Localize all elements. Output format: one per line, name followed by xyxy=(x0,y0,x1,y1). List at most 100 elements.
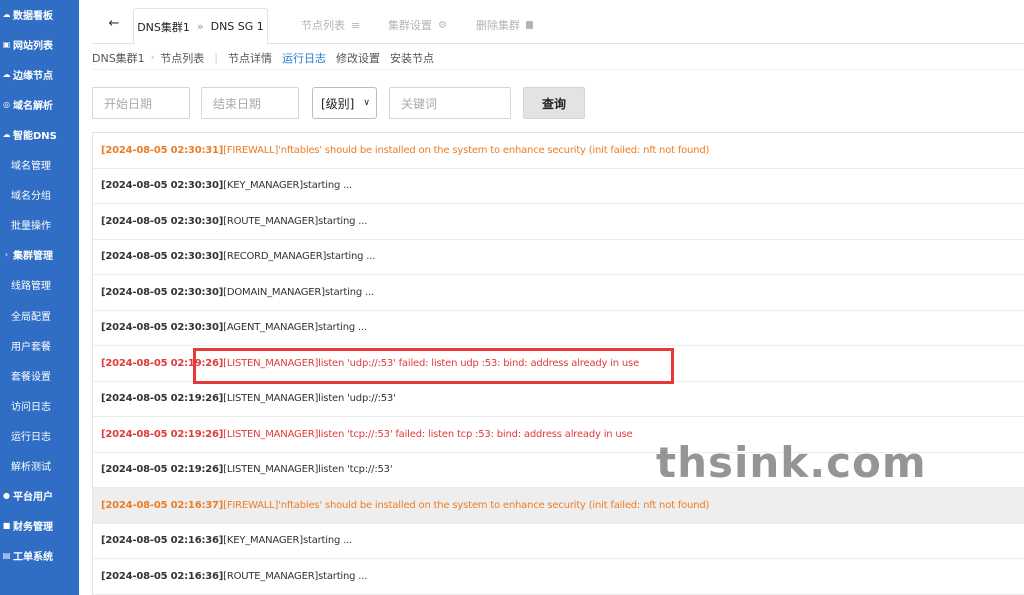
sidebar-item-label: 集群管理 xyxy=(13,251,53,263)
log-timestamp: [2024-08-05 02:19:26] xyxy=(101,393,224,405)
sidebar-item[interactable]: ▣ 网站列表 xyxy=(0,29,79,59)
sidebar-item[interactable]: ■ 财务管理 xyxy=(0,511,79,541)
log-message: [ROUTE_MANAGER]starting ... xyxy=(223,570,368,582)
sidebar-item[interactable]: 域名分组 xyxy=(0,180,79,210)
sidebar-item[interactable]: 全局配置 xyxy=(0,300,79,330)
subnav-run-logs[interactable]: 运行日志 xyxy=(282,50,326,66)
cloud-icon: ☁ xyxy=(2,9,11,19)
log-timestamp: [2024-08-05 02:30:30] xyxy=(101,286,224,298)
log-message: [FIREWALL]'nftables' should be installed… xyxy=(223,144,710,156)
log-timestamp: [2024-08-05 02:19:26] xyxy=(101,428,224,440)
tab-cluster-settings-label: 集群设置 xyxy=(388,19,432,32)
sidebar-item[interactable]: 套餐设置 xyxy=(0,360,79,390)
breadcrumb: DNS集群1 › 节点列表 | 节点详情 运行日志 修改设置 安装节点 xyxy=(92,46,1024,70)
breadcrumb-cluster[interactable]: DNS集群1 xyxy=(92,50,145,66)
log-message: [LISTEN_MANAGER]listen 'udp://:53' faile… xyxy=(223,357,640,369)
user-icon: ● xyxy=(3,491,10,501)
subnav-edit-settings[interactable]: 修改设置 xyxy=(336,50,380,66)
tab-cluster-settings[interactable]: 集群设置 ⚙ xyxy=(388,16,447,34)
log-row: [2024-08-05 02:30:30] [RECORD_MANAGER]sta… xyxy=(93,240,1024,275)
tab-node-label: DNS SG 1 xyxy=(210,20,264,33)
sidebar-item-label: 财务管理 xyxy=(13,522,53,534)
trash-icon xyxy=(526,21,533,29)
log-timestamp: [2024-08-05 02:16:36] xyxy=(101,535,224,547)
sidebar-item-label: 域名管理 xyxy=(11,161,51,172)
log-list: [2024-08-05 02:30:31] [FIREWALL]'nftables… xyxy=(92,132,1024,595)
sidebar-item[interactable]: › 集群管理 xyxy=(0,240,79,270)
sidebar-item[interactable]: 用户套餐 xyxy=(0,330,79,360)
sidebar-item-label: 边缘节点 xyxy=(13,70,53,82)
log-message: [RECORD_MANAGER]starting ... xyxy=(223,251,376,263)
sidebar-item-label: 工单系统 xyxy=(13,552,53,564)
sidebar-item-label: 全局配置 xyxy=(11,311,51,323)
sidebar-item[interactable]: ◎ 域名解析 xyxy=(0,89,79,119)
filter-bar: 开始日期 结束日期 [级别] ∨ 关键词 查询 xyxy=(92,87,1024,119)
log-row: [2024-08-05 02:16:36] [ROUTE_MANAGER]star… xyxy=(93,559,1024,595)
sidebar-item[interactable]: ● 平台用户 xyxy=(0,481,79,511)
sidebar-item[interactable]: 批量操作 xyxy=(0,210,79,240)
cloud-icon: ☁ xyxy=(2,69,11,79)
sidebar-item-label: 域名分组 xyxy=(11,191,51,203)
subnav-install-node[interactable]: 安装节点 xyxy=(390,50,434,66)
log-timestamp: [2024-08-05 02:19:26] xyxy=(101,357,224,369)
log-message: [DOMAIN_MANAGER]starting ... xyxy=(223,286,374,298)
tab-bar: ← DNS集群1 » DNS SG 1 节点列表 ≡ 集群设置 ⚙ 删除集群 xyxy=(92,8,1024,45)
ticket-icon: ▤ xyxy=(2,551,11,561)
sidebar-item[interactable]: ☁ 数据看板 xyxy=(0,0,79,29)
log-timestamp: [2024-08-05 02:19:26] xyxy=(101,464,224,476)
start-date-placeholder: 开始日期 xyxy=(104,96,153,111)
log-message: [FIREWALL]'nftables' should be installed… xyxy=(223,499,710,511)
sidebar-item-label: 智能DNS xyxy=(13,130,57,142)
sidebar-item-label: 平台用户 xyxy=(13,492,53,504)
money-icon: ■ xyxy=(2,521,11,531)
list-icon: ≡ xyxy=(351,18,361,32)
sidebar-item[interactable]: 线路管理 xyxy=(0,270,79,300)
log-timestamp: [2024-08-05 02:30:31] xyxy=(101,144,224,156)
tab-node-list[interactable]: 节点列表 ≡ xyxy=(301,16,360,34)
level-select[interactable]: [级别] ∨ xyxy=(312,87,377,119)
sidebar-item-label: 批量操作 xyxy=(11,221,51,233)
sidebar-item[interactable]: 访问日志 xyxy=(0,390,79,420)
sidebar: ☁ 数据看板 ▣ 网站列表 ☁ 边缘节点 ◎ 域名解析 ☁ 智能DNS 域名管理 域名分组 批量操作 › 集… xyxy=(0,0,79,595)
watermark: thsink.com xyxy=(656,438,927,487)
start-date-input[interactable]: 开始日期 xyxy=(92,87,190,119)
log-timestamp: [2024-08-05 02:16:36] xyxy=(101,570,224,582)
log-message: [AGENT_MANAGER]starting ... xyxy=(223,322,367,334)
end-date-input[interactable]: 结束日期 xyxy=(201,87,299,119)
log-row: [2024-08-05 02:30:31] [FIREWALL]'nftables… xyxy=(93,133,1024,169)
log-message: [LISTEN_MANAGER]listen 'tcp://:53' faile… xyxy=(223,428,633,440)
cloud-icon: ☁ xyxy=(2,129,11,139)
log-row: [2024-08-05 02:16:37] [FIREWALL]'nftables… xyxy=(93,488,1024,524)
log-timestamp: [2024-08-05 02:30:30] xyxy=(101,180,224,192)
sidebar-item[interactable]: ☁ 智能DNS xyxy=(0,119,79,149)
subnav-node-detail[interactable]: 节点详情 xyxy=(228,50,272,66)
log-row: [2024-08-05 02:19:26] [LISTEN_MANAGER]lis… xyxy=(93,346,1024,382)
sidebar-item-label: 域名解析 xyxy=(13,100,53,112)
query-button[interactable]: 查询 xyxy=(523,87,585,119)
sidebar-item[interactable]: 运行日志 xyxy=(0,420,79,450)
tab-node-detail[interactable]: DNS集群1 » DNS SG 1 xyxy=(133,8,268,45)
breadcrumb-divider: | xyxy=(214,51,219,64)
sidebar-item-label: 用户套餐 xyxy=(11,341,51,353)
arrow-left-icon[interactable]: ← xyxy=(106,15,122,33)
sidebar-item-label: 解析测试 xyxy=(11,462,51,473)
app-root: ☁ 数据看板 ▣ 网站列表 ☁ 边缘节点 ◎ 域名解析 ☁ 智能DNS 域名管理 域名分组 批量操作 › 集… xyxy=(0,0,1024,595)
breadcrumb-node-list[interactable]: 节点列表 xyxy=(160,50,204,66)
log-message: [LISTEN_MANAGER]listen 'tcp://:53' xyxy=(223,464,393,476)
keyword-placeholder: 关键词 xyxy=(401,96,438,111)
log-row: [2024-08-05 02:30:30] [ROUTE_MANAGER]star… xyxy=(93,204,1024,240)
log-timestamp: [2024-08-05 02:30:30] xyxy=(101,251,224,263)
chevron-right-icon: › xyxy=(150,52,155,63)
keyword-input[interactable]: 关键词 xyxy=(389,87,511,119)
log-row: [2024-08-05 02:30:30] [AGENT_MANAGER]star… xyxy=(93,311,1024,346)
tab-cluster-label: DNS集群1 xyxy=(137,20,190,34)
sidebar-item-label: 访问日志 xyxy=(11,401,51,413)
level-select-value: [级别] xyxy=(321,96,355,111)
tab-delete-cluster[interactable]: 删除集群 xyxy=(476,16,533,34)
sidebar-item[interactable]: 域名管理 xyxy=(0,150,79,180)
sidebar-item[interactable]: 解析测试 xyxy=(0,451,79,481)
sidebar-item[interactable]: ▤ 工单系统 xyxy=(0,541,79,571)
gear-icon: ⚙ xyxy=(438,19,447,31)
sidebar-item[interactable]: ☁ 边缘节点 xyxy=(0,59,79,89)
log-timestamp: [2024-08-05 02:30:30] xyxy=(101,215,224,227)
